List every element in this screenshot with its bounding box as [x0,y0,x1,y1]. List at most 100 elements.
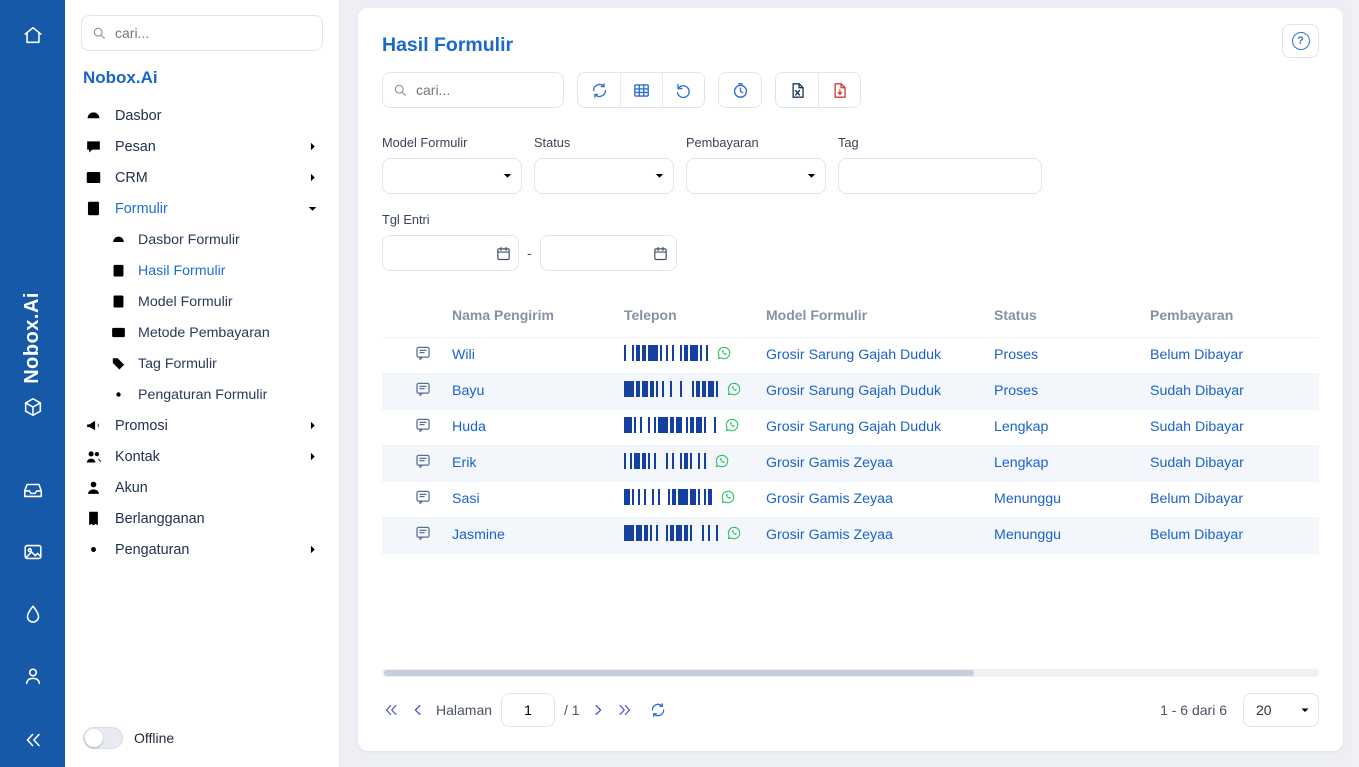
model-formulir-link[interactable]: Grosir Sarung Gajah Duduk [766,419,941,435]
reset-button[interactable] [662,73,704,107]
toolbar [382,72,1319,108]
sidebar-item-pengaturan-formulir[interactable]: Pengaturan Formulir [110,379,323,410]
status-link[interactable]: Menunggu [994,491,1061,507]
sender-name-link[interactable]: Wili [452,347,475,363]
form-entry-icon[interactable] [414,416,432,434]
sidebar-item-hasil-formulir[interactable]: Hasil Formulir [110,255,323,286]
payment-status-link[interactable]: Belum Dibayar [1150,491,1243,507]
sidebar-item-akun[interactable]: Akun [81,472,323,503]
model-formulir-link[interactable]: Grosir Sarung Gajah Duduk [766,347,941,363]
model-filter-select[interactable] [382,158,522,194]
status-link[interactable]: Proses [994,347,1038,363]
search-icon [91,25,107,41]
sidebar-search-input[interactable] [81,15,323,51]
table-body: Wili Grosir Sarung Gajah Duduk Proses Belum… [382,337,1319,553]
sender-name-link[interactable]: Jasmine [452,527,505,543]
export-pdf-button[interactable] [818,73,860,107]
home-icon[interactable] [22,24,44,46]
last-page-button[interactable] [616,701,634,719]
payment-status-link[interactable]: Belum Dibayar [1150,347,1243,363]
table-search-input[interactable] [382,72,564,108]
sidebar-item-tag-formulir[interactable]: Tag Formulir [110,348,323,379]
form-entry-icon[interactable] [414,524,432,542]
status-link[interactable]: Lengkap [994,419,1048,435]
refresh-button[interactable] [578,73,620,107]
media-icon[interactable] [22,541,44,563]
question-icon: ? [1292,32,1310,50]
sidebar-item-pesan[interactable]: Pesan [81,131,323,162]
model-formulir-link[interactable]: Grosir Sarung Gajah Duduk [766,383,941,399]
sender-name-link[interactable]: Bayu [452,383,484,399]
history-button[interactable] [719,73,761,107]
model-formulir-link[interactable]: Grosir Gamis Zeyaa [766,455,893,471]
sidebar-item-dasbor[interactable]: Dasbor [81,100,323,131]
date-from-input[interactable] [383,245,488,261]
calendar-icon[interactable] [646,236,676,270]
first-page-button[interactable] [382,701,400,719]
next-page-button[interactable] [589,701,607,719]
sender-name-link[interactable]: Sasi [452,491,480,507]
sidebar-item-formulir[interactable]: Formulir [81,193,323,224]
gear-icon [84,540,103,559]
offline-label: Offline [134,730,174,746]
chevron-right-icon [305,542,320,557]
form-entry-icon[interactable] [414,488,432,506]
whatsapp-icon[interactable] [726,525,742,541]
status-link[interactable]: Lengkap [994,455,1048,471]
form-entry-icon[interactable] [414,452,432,470]
inbox-icon[interactable] [22,479,44,501]
whatsapp-icon[interactable] [720,489,736,505]
payment-filter-select[interactable] [686,158,826,194]
profile-icon[interactable] [22,665,44,687]
chat-icon [84,137,103,156]
payment-status-link[interactable]: Sudah Dibayar [1150,419,1244,435]
columns-button[interactable] [620,73,662,107]
masked-phone-barcode [624,525,718,541]
sender-name-link[interactable]: Erik [452,455,476,471]
sidebar-item-berlangganan[interactable]: Berlangganan [81,503,323,534]
collapse-sidebar-icon[interactable] [22,729,44,751]
export-excel-button[interactable] [776,73,818,107]
sidebar-item-kontak[interactable]: Kontak [81,441,323,472]
page-number-input[interactable] [501,693,555,727]
whatsapp-icon[interactable] [714,453,730,469]
payment-status-link[interactable]: Sudah Dibayar [1150,383,1244,399]
prev-page-button[interactable] [409,701,427,719]
sender-name-link[interactable]: Huda [452,419,486,435]
ink-drop-icon[interactable] [22,603,44,625]
status-link[interactable]: Menunggu [994,527,1061,543]
date-to-input[interactable] [541,245,646,261]
clock-icon [731,81,750,100]
status-link[interactable]: Proses [994,383,1038,399]
whatsapp-icon[interactable] [724,417,740,433]
checklist-icon [110,262,127,279]
sidebar-item-crm[interactable]: CRM [81,162,323,193]
sidebar-item-pengaturan[interactable]: Pengaturan [81,534,323,565]
page-size-select[interactable]: 20 [1243,693,1319,727]
chevron-right-icon [305,170,320,185]
form-entry-icon[interactable] [414,380,432,398]
window-scrollbar[interactable] [1352,0,1359,767]
reload-page-button[interactable] [649,701,667,719]
filter-row: Model Formulir Status Pembayaran [382,135,1319,194]
search-icon [392,82,408,98]
whatsapp-icon[interactable] [726,381,742,397]
model-formulir-link[interactable]: Grosir Gamis Zeyaa [766,527,893,543]
status-filter-select[interactable] [534,158,674,194]
payment-status-link[interactable]: Belum Dibayar [1150,527,1243,543]
help-button[interactable]: ? [1282,24,1319,58]
table-row: Huda Grosir Sarung Gajah Duduk Lengkap Suda… [382,409,1319,445]
form-entry-icon[interactable] [414,344,432,362]
scrollbar-thumb[interactable] [384,670,974,676]
sidebar-item-promosi[interactable]: Promosi [81,410,323,441]
whatsapp-icon[interactable] [716,345,732,361]
tag-filter-input[interactable] [838,158,1042,194]
sidebar-item-dasbor-formulir[interactable]: Dasbor Formulir [110,224,323,255]
model-formulir-link[interactable]: Grosir Gamis Zeyaa [766,491,893,507]
sidebar-item-model-formulir[interactable]: Model Formulir [110,286,323,317]
table-row: Jasmine Grosir Gamis Zeyaa Menunggu Belum D… [382,517,1319,553]
offline-toggle[interactable] [83,727,123,749]
sidebar-item-metode-pembayaran[interactable]: Metode Pembayaran [110,317,323,348]
calendar-icon[interactable] [488,236,518,270]
payment-status-link[interactable]: Sudah Dibayar [1150,455,1244,471]
